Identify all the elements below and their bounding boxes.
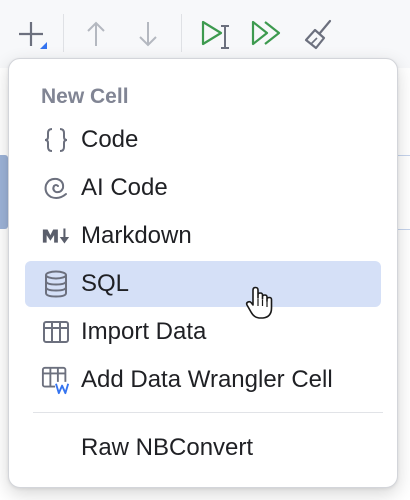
menu-item-markdown[interactable]: Markdown	[25, 213, 381, 259]
add-cell-button[interactable]	[12, 14, 52, 54]
run-all-icon	[248, 16, 284, 52]
menu-item-label: Import Data	[81, 318, 207, 345]
menu-item-import-data[interactable]: Import Data	[25, 309, 381, 355]
run-cursor-icon	[198, 16, 234, 52]
toolbar-separator	[181, 14, 182, 52]
plus-with-dropdown-icon	[14, 16, 50, 52]
menu-item-code[interactable]: Code	[25, 117, 381, 163]
move-cell-down-button[interactable]	[128, 14, 168, 54]
menu-item-label: Code	[81, 126, 139, 153]
menu-item-label: AI Code	[81, 174, 168, 201]
arrow-down-icon	[133, 19, 163, 49]
menu-item-label: SQL	[81, 270, 130, 297]
new-cell-popup-menu: New Cell Code AI Code Markdown SQL Impor…	[8, 58, 398, 488]
database-icon	[41, 269, 71, 299]
menu-item-raw-nbconvert[interactable]: Raw NBConvert	[25, 425, 381, 471]
toolbar-separator	[63, 14, 64, 52]
markdown-icon	[41, 221, 71, 251]
notebook-window: New Cell Code AI Code Markdown SQL Impor…	[0, 0, 410, 500]
menu-item-add-data-wrangler-cell[interactable]: Add Data Wrangler Cell	[25, 357, 381, 403]
table-w-icon	[41, 365, 71, 395]
move-cell-up-button[interactable]	[76, 14, 116, 54]
run-cell-button[interactable]	[196, 14, 236, 54]
run-all-button[interactable]	[246, 14, 286, 54]
menu-item-sql[interactable]: SQL	[25, 261, 381, 307]
menu-divider	[33, 412, 383, 413]
clear-outputs-button[interactable]	[298, 14, 338, 54]
braces-icon	[41, 125, 71, 155]
hand-cursor-icon	[244, 286, 276, 320]
menu-header: New Cell	[41, 85, 129, 108]
arrow-up-icon	[81, 19, 111, 49]
broom-icon	[301, 17, 335, 51]
menu-item-label: Raw NBConvert	[81, 434, 254, 461]
table-icon	[41, 317, 71, 347]
cell-selection-marker	[0, 155, 8, 229]
ai-spiral-icon	[41, 173, 71, 203]
menu-item-label: Markdown	[81, 222, 192, 249]
menu-item-ai-code[interactable]: AI Code	[25, 165, 381, 211]
menu-item-label: Add Data Wrangler Cell	[81, 366, 333, 393]
